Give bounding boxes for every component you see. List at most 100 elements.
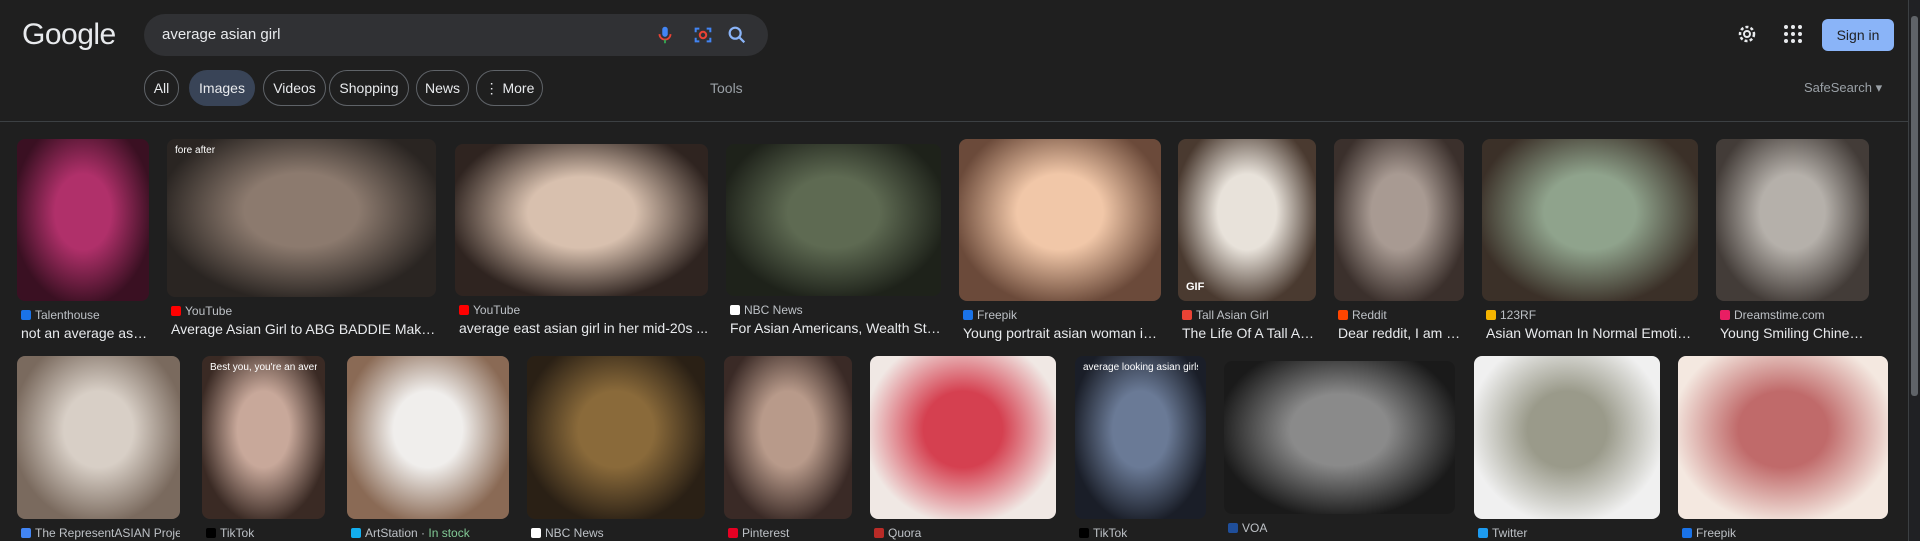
image-result[interactable]: Reddit Dear reddit, I am a t... <box>1334 139 1464 341</box>
result-thumbnail[interactable] <box>1224 361 1455 514</box>
tab-videos[interactable]: Videos <box>263 70 326 106</box>
camera-lens-icon[interactable] <box>692 24 714 46</box>
scrollbar[interactable] <box>1908 0 1920 541</box>
source-name: VOA <box>1242 521 1268 535</box>
image-result[interactable]: Dreamstime.com Young Smiling Chinese Girl… <box>1716 139 1869 341</box>
search-box[interactable]: average asian girl <box>144 14 768 56</box>
source-name: 123RF <box>1500 308 1537 322</box>
tab-images[interactable]: Images <box>189 70 255 106</box>
result-source[interactable]: YouTube <box>171 304 436 318</box>
result-thumbnail[interactable] <box>724 356 852 519</box>
result-thumbnail[interactable] <box>17 139 149 301</box>
result-source[interactable]: Freepik <box>1682 526 1888 540</box>
result-title[interactable]: For Asian Americans, Wealth Stere... <box>730 320 941 336</box>
image-result[interactable]: average looking asian girls TikTok <box>1075 356 1206 541</box>
result-source[interactable]: VOA <box>1228 521 1455 535</box>
image-result[interactable]: ArtStation · In stock <box>347 356 509 541</box>
result-thumbnail[interactable] <box>1482 139 1698 301</box>
result-thumbnail[interactable] <box>1678 356 1888 519</box>
favicon-icon <box>1682 528 1692 538</box>
result-title[interactable]: Asian Woman In Normal Emotion ... <box>1486 325 1698 341</box>
result-source[interactable]: TikTok <box>206 526 325 540</box>
result-thumbnail[interactable] <box>1334 139 1464 301</box>
result-source[interactable]: Tall Asian Girl <box>1182 308 1316 322</box>
tools-button[interactable]: Tools <box>710 80 743 96</box>
tab-all[interactable]: All <box>144 70 179 106</box>
result-source[interactable]: Freepik <box>963 308 1161 322</box>
favicon-icon <box>351 528 361 538</box>
result-thumbnail[interactable] <box>455 144 708 296</box>
image-result[interactable]: Best you, you're an average Asian girl Ti… <box>202 356 325 541</box>
image-result[interactable]: Pinterest <box>724 356 852 541</box>
result-thumbnail[interactable] <box>527 356 705 519</box>
result-title[interactable]: Young Smiling Chinese Girl... <box>1720 325 1869 341</box>
result-source[interactable]: Quora <box>874 526 1056 540</box>
favicon-icon <box>1079 528 1089 538</box>
result-thumbnail[interactable] <box>1716 139 1869 301</box>
gear-icon[interactable] <box>1735 22 1759 46</box>
safesearch-menu[interactable]: SafeSearch ▾ <box>1804 80 1882 96</box>
result-source[interactable]: Pinterest <box>728 526 852 540</box>
result-title[interactable]: average east asian girl in her mid-20s .… <box>459 320 708 336</box>
favicon-icon <box>171 306 181 316</box>
image-result[interactable]: Quora <box>870 356 1056 541</box>
result-title[interactable]: not an average asia... <box>21 325 149 341</box>
image-result[interactable]: Talenthouse not an average asia... <box>17 139 149 341</box>
result-source[interactable]: Dreamstime.com <box>1720 308 1869 322</box>
image-result[interactable]: YouTube average east asian girl in her mi… <box>455 144 708 344</box>
image-result[interactable]: fore after YouTube Average Asian Girl to A… <box>167 139 436 339</box>
result-source[interactable]: YouTube <box>459 303 708 317</box>
image-result[interactable]: NBC News For Asian Americans, Wealth Ster… <box>726 144 941 344</box>
result-source[interactable]: ArtStation · In stock <box>351 526 509 540</box>
result-source[interactable]: The RepresentASIAN Proje... <box>21 526 180 540</box>
result-thumbnail[interactable]: fore after <box>167 139 436 297</box>
result-source[interactable]: 123RF <box>1486 308 1698 322</box>
image-result[interactable]: 123RF Asian Woman In Normal Emotion ... <box>1482 139 1698 341</box>
result-thumbnail[interactable] <box>959 139 1161 301</box>
apps-grid-icon[interactable] <box>1781 22 1805 46</box>
image-result[interactable]: NBC News <box>527 356 705 541</box>
result-thumbnail[interactable]: Best you, you're an average Asian girl <box>202 356 325 519</box>
source-name: Reddit <box>1352 308 1387 322</box>
image-result[interactable]: The RepresentASIAN Proje... <box>17 356 180 541</box>
result-thumbnail[interactable] <box>347 356 509 519</box>
search-query[interactable]: average asian girl <box>162 26 280 43</box>
image-result[interactable]: GIF Tall Asian Girl The Life Of A Tall Asi… <box>1178 139 1316 341</box>
result-thumbnail[interactable] <box>17 356 180 519</box>
result-title[interactable]: The Life Of A Tall Asi... <box>1182 325 1316 341</box>
result-thumbnail[interactable]: GIF <box>1178 139 1316 301</box>
image-result[interactable]: Twitter <box>1474 356 1660 541</box>
source-name: Twitter <box>1492 526 1528 540</box>
tab-more[interactable]: ⋮ More <box>476 70 543 106</box>
source-name: Quora <box>888 526 922 540</box>
result-source[interactable]: Talenthouse <box>21 308 149 322</box>
safesearch-label: SafeSearch <box>1804 80 1872 95</box>
result-thumbnail[interactable] <box>870 356 1056 519</box>
result-source[interactable]: Reddit <box>1338 308 1464 322</box>
chevron-down-icon: ▾ <box>1875 80 1883 95</box>
tab-news[interactable]: News <box>416 70 469 106</box>
result-source[interactable]: Twitter <box>1478 526 1660 540</box>
favicon-icon <box>1720 310 1730 320</box>
result-source[interactable]: NBC News <box>730 303 941 317</box>
microphone-icon[interactable] <box>654 24 676 46</box>
favicon-icon <box>531 528 541 538</box>
result-title[interactable]: Young portrait asian woman iso... <box>963 325 1161 341</box>
scrollbar-thumb[interactable] <box>1911 16 1918 396</box>
tab-shopping[interactable]: Shopping <box>329 70 409 106</box>
result-title[interactable]: Dear reddit, I am a t... <box>1338 325 1464 341</box>
search-icon[interactable] <box>726 24 748 46</box>
source-name: Pinterest <box>742 526 790 540</box>
result-source[interactable]: TikTok <box>1079 526 1206 540</box>
image-result[interactable]: Freepik Young portrait asian woman iso... <box>959 139 1161 341</box>
result-thumbnail[interactable] <box>726 144 941 296</box>
result-source[interactable]: NBC News <box>531 526 705 540</box>
image-result[interactable]: Freepik <box>1678 356 1888 541</box>
sign-in-button[interactable]: Sign in <box>1822 19 1894 51</box>
favicon-icon <box>963 310 973 320</box>
google-logo[interactable]: Google <box>22 18 116 52</box>
result-thumbnail[interactable]: average looking asian girls <box>1075 356 1206 519</box>
result-title[interactable]: Average Asian Girl to ABG BADDIE Makeup … <box>171 321 436 337</box>
image-result[interactable]: VOA <box>1224 361 1455 541</box>
result-thumbnail[interactable] <box>1474 356 1660 519</box>
